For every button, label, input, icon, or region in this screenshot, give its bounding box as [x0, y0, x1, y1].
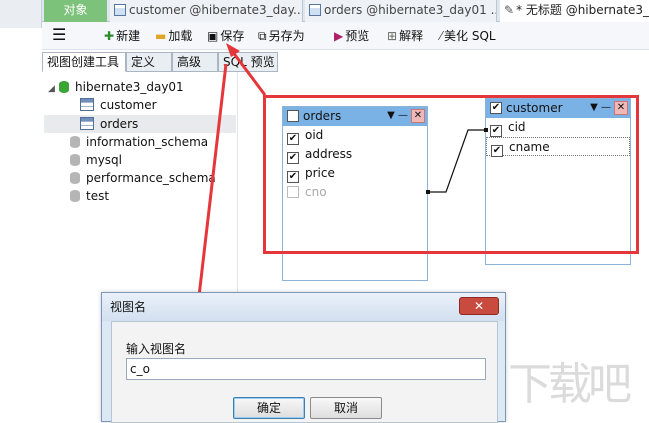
view-name-input[interactable]: c_o	[126, 358, 486, 380]
view-name-dialog: 视图名 ✕ 输入视图名 c_o 确定 取消	[101, 292, 506, 423]
view-name-label: 输入视图名	[126, 342, 187, 356]
close-icon: ✕	[473, 299, 485, 313]
ok-button[interactable]: 确定	[233, 397, 305, 419]
annotation-highlight-box	[263, 95, 639, 254]
dialog-body: 输入视图名 c_o 确定 取消	[111, 321, 498, 423]
site-watermark: 下载吧	[508, 359, 632, 410]
dialog-close-button[interactable]: ✕	[459, 297, 499, 315]
callout-arrow-head	[226, 43, 240, 57]
dialog-title: 视图名	[110, 300, 147, 314]
pointer-arrow-line	[194, 63, 228, 323]
cancel-button[interactable]: 取消	[310, 397, 382, 419]
dialog-titlebar[interactable]: 视图名 ✕	[102, 293, 505, 321]
